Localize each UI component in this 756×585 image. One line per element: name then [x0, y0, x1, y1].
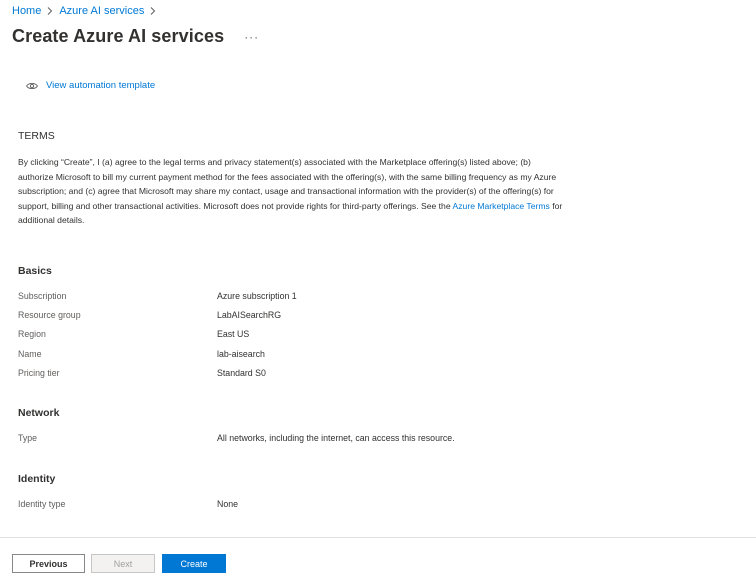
create-resource-page: Home Azure AI services Create Azure AI s… — [0, 0, 756, 585]
summary-value: Azure subscription 1 — [217, 291, 297, 301]
summary-value: None — [217, 499, 239, 509]
title-row: Create Azure AI services ··· — [12, 26, 259, 47]
previous-button[interactable]: Previous — [12, 554, 85, 573]
breadcrumb: Home Azure AI services — [12, 4, 162, 18]
breadcrumb-azure-ai-services-link[interactable]: Azure AI services — [59, 5, 144, 17]
more-options-icon[interactable]: ··· — [244, 30, 259, 44]
summary-key: Name — [18, 349, 42, 359]
terms-heading: TERMS — [18, 130, 55, 142]
summary-value: LabAISearchRG — [217, 310, 282, 320]
create-button[interactable]: Create — [162, 554, 226, 573]
basics-heading: Basics — [18, 265, 52, 277]
summary-key: Type — [18, 433, 38, 443]
next-button[interactable]: Next — [91, 554, 155, 573]
summary-row-pricing-tier: Pricing tier Standard S0 — [18, 366, 618, 380]
summary-row-region: Region East US — [18, 327, 618, 341]
summary-value: All networks, including the internet, ca… — [217, 433, 455, 443]
network-heading: Network — [18, 407, 60, 419]
footer-divider — [0, 537, 756, 538]
terms-text: By clicking “Create”, I (a) agree to the… — [18, 155, 563, 228]
summary-value: Standard S0 — [217, 368, 266, 378]
summary-key: Subscription — [18, 291, 67, 301]
summary-value: East US — [217, 329, 250, 339]
breadcrumb-home-link[interactable]: Home — [12, 5, 41, 17]
summary-row-identity-type: Identity type None — [18, 497, 618, 511]
view-automation-template-link[interactable]: View automation template — [26, 80, 155, 91]
azure-marketplace-terms-link[interactable]: Azure Marketplace Terms — [453, 201, 550, 211]
summary-key: Pricing tier — [18, 368, 60, 378]
identity-heading: Identity — [18, 473, 56, 485]
automation-label: View automation template — [46, 80, 156, 91]
eye-icon — [26, 82, 38, 89]
summary-key: Identity type — [18, 499, 66, 509]
page-title: Create Azure AI services — [12, 26, 225, 46]
chevron-right-icon — [47, 7, 53, 15]
summary-row-resource-group: Resource group LabAISearchRG — [18, 308, 618, 322]
summary-value: lab-aisearch — [217, 349, 265, 359]
summary-row-subscription: Subscription Azure subscription 1 — [18, 289, 618, 303]
summary-row-name: Name lab-aisearch — [18, 347, 618, 361]
summary-row-network-type: Type All networks, including the interne… — [18, 431, 618, 445]
chevron-right-icon — [150, 7, 156, 15]
summary-key: Region — [18, 329, 46, 339]
summary-key: Resource group — [18, 310, 81, 320]
